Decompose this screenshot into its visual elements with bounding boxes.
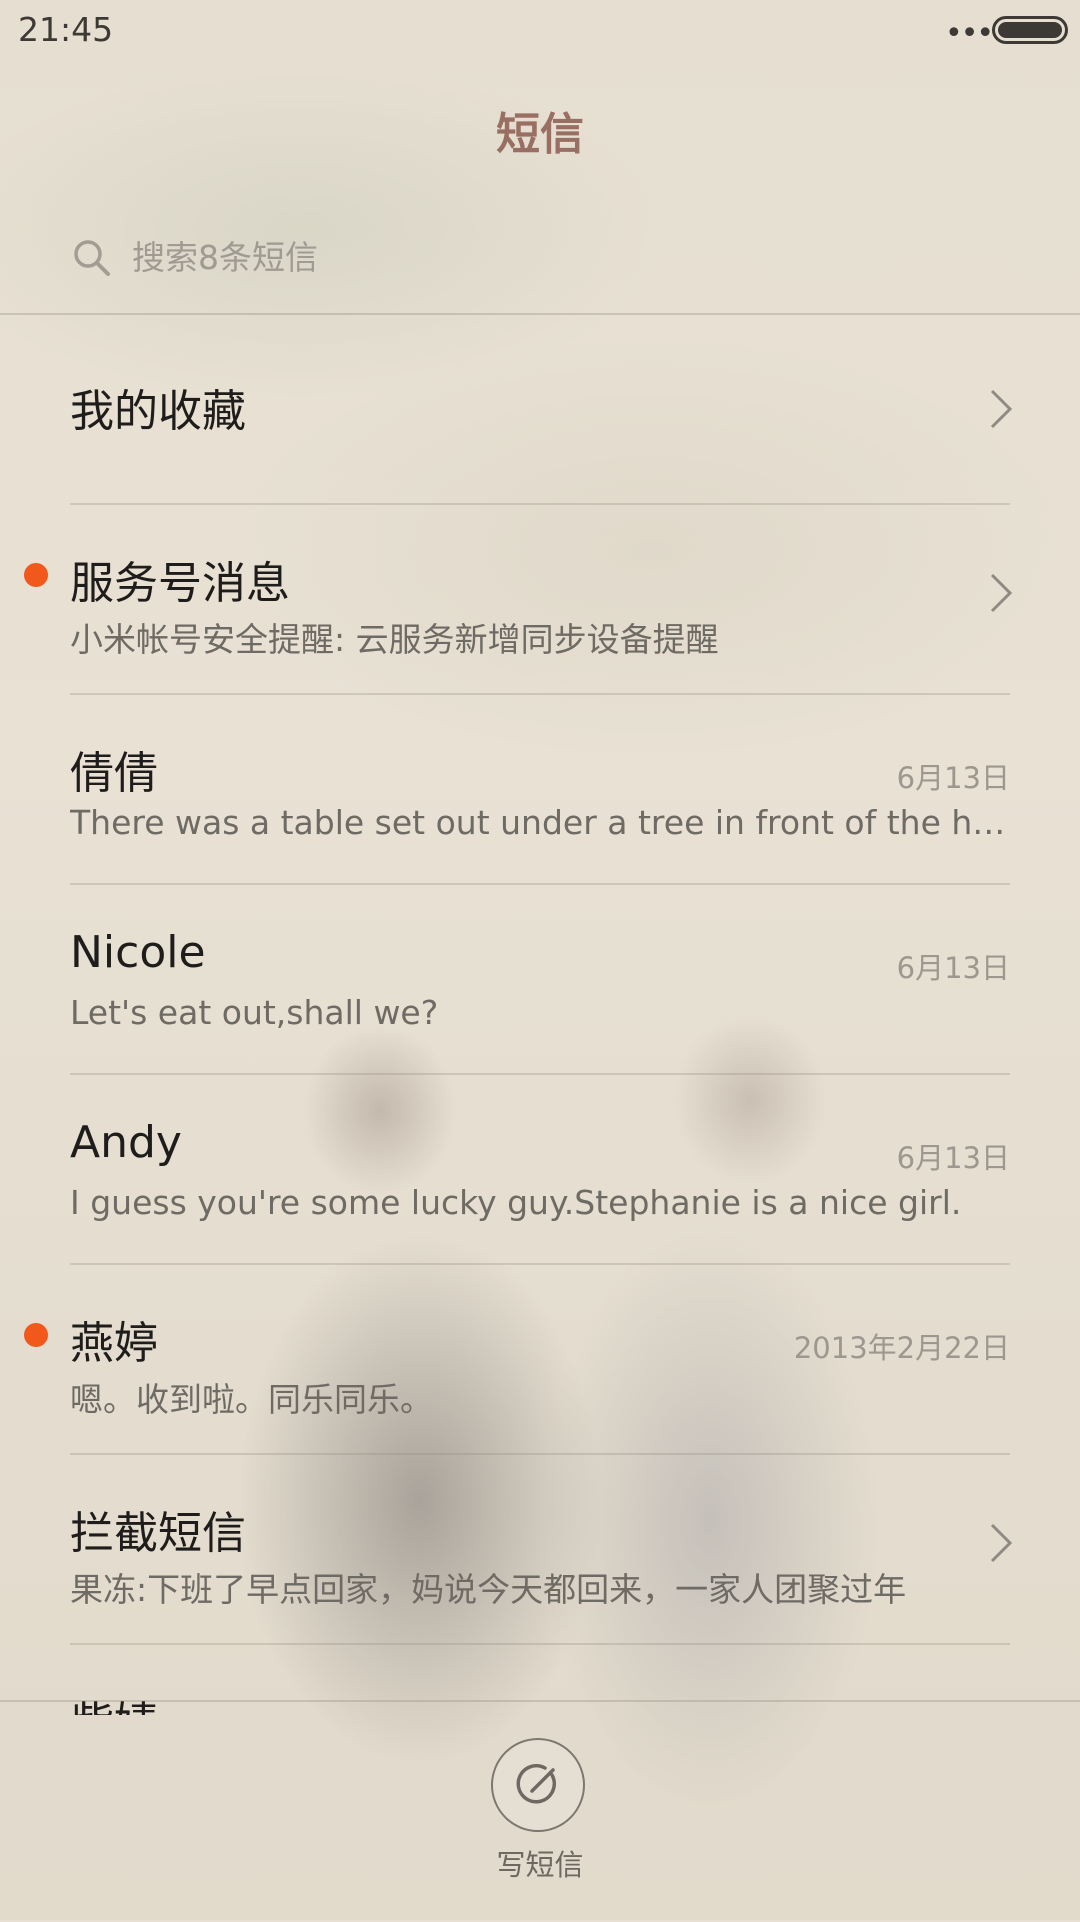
conversation-preview: I guess you're some lucky guy.Stephanie … [70, 1183, 962, 1222]
conversation-preview: 果冻:下班了早点回家，妈说今天都回来，一家人团聚过年 [70, 1570, 907, 1609]
list-item-blocked-messages[interactable]: 拦截短信 果冻:下班了早点回家，妈说今天都回来，一家人团聚过年 [70, 1455, 1013, 1645]
chevron-right-icon [990, 573, 1013, 613]
compose-label: 写短信 [496, 1848, 584, 1882]
list-item-service-messages[interactable]: 服务号消息 小米帐号安全提醒: 云服务新增同步设备提醒 [24, 505, 1013, 695]
compose-button[interactable] [491, 1738, 585, 1832]
compose-icon [516, 1764, 556, 1804]
list-item-conversation[interactable]: Nicole 6月13日 Let's eat out,shall we? [70, 885, 1010, 1075]
unread-dot-icon [24, 1323, 48, 1347]
list-item-conversation[interactable]: Andy 6月13日 I guess you're some lucky guy… [70, 1075, 1010, 1265]
conversation-preview: 嗯。收到啦。同乐同乐。 [70, 1380, 433, 1419]
conversation-title: Andy [70, 1117, 182, 1168]
list-item-conversation[interactable]: 倩倩 6月13日 There was a table set out under… [70, 695, 1010, 885]
search-bar[interactable]: 搜索8条短信 [0, 208, 1080, 313]
battery-icon [992, 16, 1068, 44]
conversation-date: 2013年2月22日 [793, 1331, 1010, 1365]
conversation-preview: There was a table set out under a tree i… [70, 803, 1010, 842]
conversation-title: 服务号消息 [70, 558, 290, 609]
conversation-date: 6月13日 [896, 1141, 1010, 1175]
search-icon [74, 240, 110, 276]
conversation-title: 倩倩 [70, 748, 158, 799]
list-item-favorites[interactable]: 我的收藏 [70, 315, 1013, 505]
conversation-title: 拦截短信 [70, 1508, 246, 1559]
conversation-title: 我的收藏 [70, 386, 246, 437]
conversation-list: 我的收藏 服务号消息 小米帐号安全提醒: 云服务新增同步设备提醒 倩倩 6月13… [0, 315, 1080, 1715]
conversation-preview: Let's eat out,shall we? [70, 993, 439, 1032]
conversation-title: Nicole [70, 927, 206, 978]
search-input[interactable]: 搜索8条短信 [132, 232, 982, 284]
signal-dots-icon: ••• [945, 16, 994, 51]
list-item-conversation[interactable]: 燕婷 2013年2月22日 嗯。收到啦。同乐同乐。 [24, 1265, 1010, 1455]
conversation-date: 6月13日 [896, 761, 1010, 795]
conversation-title: 燕婷 [70, 1318, 158, 1369]
conversation-preview: 小米帐号安全提醒: 云服务新增同步设备提醒 [70, 620, 719, 659]
page-title: 短信 [496, 109, 584, 160]
chevron-right-icon [990, 1523, 1013, 1563]
conversation-date: 6月13日 [896, 951, 1010, 985]
status-time: 21:45 [18, 10, 114, 49]
unread-dot-icon [24, 563, 48, 587]
bottom-bar: 写短信 [0, 1700, 1080, 1922]
status-bar: 21:45 ••• [0, 0, 1080, 62]
chevron-right-icon [990, 389, 1013, 429]
